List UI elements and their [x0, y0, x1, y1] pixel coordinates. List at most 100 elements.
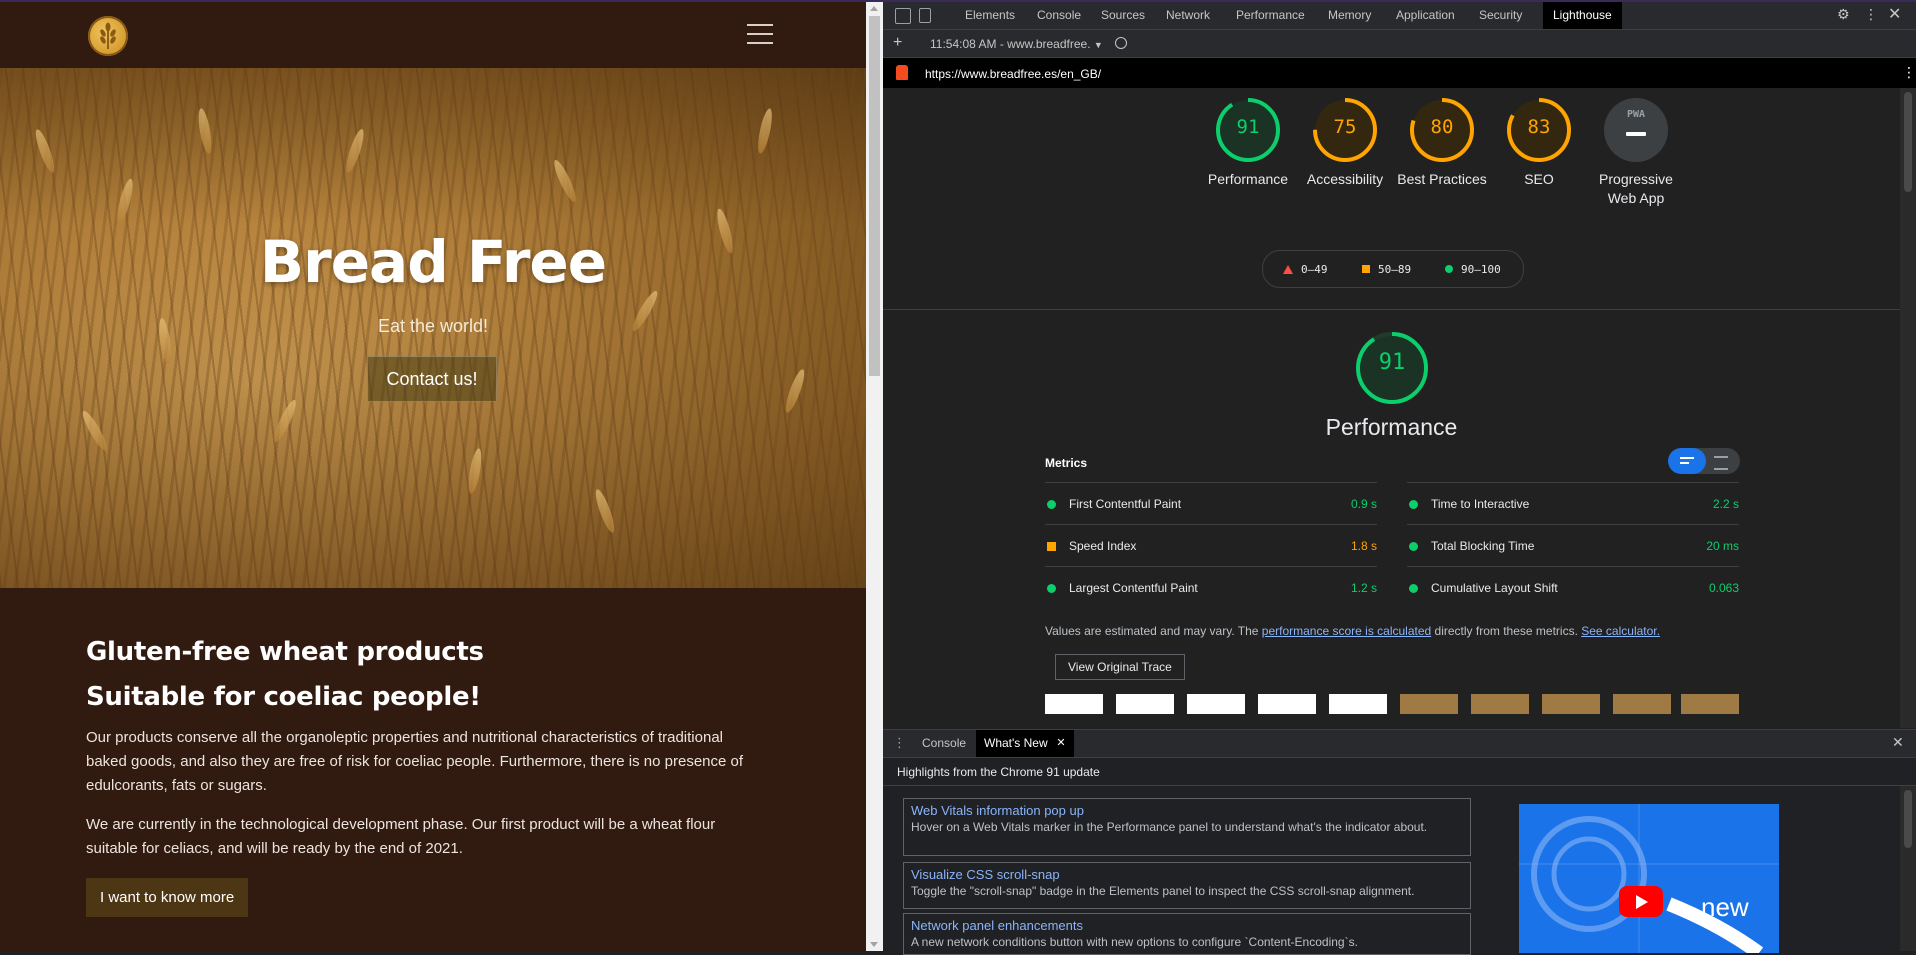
lighthouse-report: 91 Performance 75 Accessibility 80 Best Pract…: [883, 88, 1900, 728]
close-drawer-icon[interactable]: ✕: [1892, 734, 1904, 751]
whats-new-item[interactable]: Visualize CSS scroll-snap Toggle the "sc…: [903, 862, 1471, 909]
video-artwork: [1519, 804, 1779, 953]
score-gauge-seo[interactable]: 83 SEO: [1492, 96, 1586, 189]
view-original-trace-button[interactable]: View Original Trace: [1055, 654, 1185, 680]
tab-application[interactable]: Application: [1388, 2, 1463, 29]
devtools-panel: Elements Console Sources Network Perform…: [883, 2, 1916, 955]
score-gauge-progressive-web-app[interactable]: PWA Progressive Web App: [1589, 96, 1683, 208]
legend-circle-icon: [1445, 265, 1453, 273]
close-tab-icon[interactable]: ✕: [1056, 730, 1065, 757]
whats-new-item[interactable]: Web Vitals information pop up Hover on a…: [903, 798, 1471, 856]
pass-circle-icon: [1409, 542, 1418, 551]
drawer-tab-whats-new[interactable]: What's New ✕: [976, 730, 1074, 757]
tab-lighthouse[interactable]: Lighthouse: [1543, 2, 1622, 29]
average-square-icon: [1047, 542, 1056, 551]
youtube-play-icon[interactable]: [1619, 886, 1663, 917]
tab-sources[interactable]: Sources: [1093, 2, 1153, 29]
legend-pass: 90–100: [1445, 263, 1501, 276]
pwa-dash-icon: [1626, 132, 1646, 136]
device-toolbar-icon[interactable]: [919, 8, 931, 23]
pass-circle-icon: [1047, 584, 1056, 593]
report-menu-icon[interactable]: ⋮: [1902, 64, 1916, 81]
settings-gear-icon[interactable]: ⚙: [1837, 6, 1850, 23]
item-title[interactable]: Visualize CSS scroll-snap: [911, 867, 1060, 882]
drawer-scrollbar[interactable]: [1900, 786, 1916, 951]
score-value: 83: [1527, 116, 1551, 138]
tab-performance[interactable]: Performance: [1228, 2, 1313, 29]
score-label: SEO: [1524, 171, 1554, 187]
scroll-up-arrow-icon[interactable]: [870, 6, 878, 11]
pass-circle-icon: [1047, 500, 1056, 509]
close-devtools-icon[interactable]: ✕: [1888, 4, 1901, 24]
scroll-down-arrow-icon[interactable]: [870, 942, 878, 947]
tab-elements[interactable]: Elements: [957, 2, 1023, 29]
metric-name: Cumulative Layout Shift: [1431, 581, 1558, 595]
tab-security[interactable]: Security: [1471, 2, 1530, 29]
metrics-view-toggle[interactable]: [1668, 448, 1740, 474]
metric-row: Total Blocking Time 20 ms: [1407, 524, 1739, 567]
intro-paragraph: Our products conserve all the organolept…: [86, 729, 744, 794]
video-caption: new: [1701, 892, 1749, 922]
filmstrip-frame: [1116, 694, 1174, 714]
see-calculator-link[interactable]: See calculator.: [1581, 624, 1660, 638]
filmstrip-frame: [1045, 694, 1103, 714]
section-heading: Gluten-free wheat products: [86, 637, 484, 667]
dropdown-arrow-icon: ▼: [1093, 40, 1103, 50]
legend-average: 50–89: [1362, 263, 1411, 276]
drawer-menu-icon[interactable]: ⋮: [893, 735, 906, 751]
whats-new-item[interactable]: Network panel enhancements A new network…: [903, 913, 1471, 955]
more-options-icon[interactable]: ⋮: [1864, 6, 1878, 23]
scrollbar-thumb[interactable]: [1904, 790, 1912, 848]
metric-value: 0.9 s: [1350, 497, 1377, 511]
metric-value: 2.2 s: [1712, 497, 1739, 511]
legend-square-icon: [1362, 265, 1370, 273]
pass-circle-icon: [1409, 500, 1418, 509]
filmstrip-frame: [1613, 694, 1671, 714]
filmstrip-frame: [1471, 694, 1529, 714]
section-divider: [883, 309, 1900, 310]
inspect-element-icon[interactable]: [895, 8, 911, 24]
lighthouse-logo-icon: [896, 65, 908, 80]
score-gauge-best-practices[interactable]: 80 Best Practices: [1395, 96, 1489, 189]
score-value: 75: [1333, 116, 1357, 138]
score-label: Best Practices: [1397, 171, 1487, 187]
filmstrip-frame: [1681, 694, 1739, 714]
drawer-tab-console[interactable]: Console: [914, 730, 974, 757]
tab-memory[interactable]: Memory: [1320, 2, 1379, 29]
wheat-logo-icon[interactable]: [88, 16, 128, 56]
website-viewport: Bread Free Eat the world! Contact us! Gl…: [0, 2, 866, 951]
metric-row: Time to Interactive 2.2 s: [1407, 482, 1739, 525]
report-scrollbar[interactable]: [1900, 88, 1916, 728]
tab-network[interactable]: Network: [1158, 2, 1218, 29]
score-gauge-accessibility[interactable]: 75 Accessibility: [1298, 96, 1392, 189]
drawer-tab-label: What's New: [984, 736, 1048, 750]
filmstrip-frame: [1329, 694, 1387, 714]
new-report-plus-icon[interactable]: +: [893, 34, 902, 52]
know-more-button[interactable]: I want to know more: [86, 878, 249, 917]
contact-us-button[interactable]: Contact us!: [367, 356, 497, 402]
chrome-91-video-thumbnail[interactable]: new: [1519, 804, 1779, 953]
performance-section-title: Performance: [1325, 414, 1458, 440]
tab-console[interactable]: Console: [1029, 2, 1089, 29]
filmstrip-frame: [1258, 694, 1316, 714]
hero-section: Bread Free Eat the world! Contact us!: [0, 68, 866, 588]
performance-score-gauge: 91: [1354, 330, 1430, 406]
metric-row: Largest Contentful Paint 1.2 s: [1045, 566, 1377, 609]
score-calculated-link[interactable]: performance score is calculated: [1262, 624, 1431, 638]
note-text: directly from these metrics.: [1431, 624, 1582, 638]
scrollbar-thumb[interactable]: [1904, 92, 1912, 192]
clear-reports-icon[interactable]: [1115, 37, 1127, 49]
compact-view-icon[interactable]: [1668, 448, 1706, 474]
filmstrip-frame: [1400, 694, 1458, 714]
page-scrollbar[interactable]: [866, 2, 883, 951]
filmstrip: [1045, 694, 1739, 714]
report-selector[interactable]: 11:54:08 AM - www.breadfree. ▼: [930, 37, 1103, 51]
scrollbar-thumb[interactable]: [869, 16, 880, 376]
expanded-view-icon[interactable]: [1714, 456, 1728, 470]
item-title[interactable]: Network panel enhancements: [911, 918, 1083, 933]
item-title[interactable]: Web Vitals information pop up: [911, 803, 1084, 818]
hero-title: Bread Free: [259, 228, 607, 296]
hamburger-menu-icon[interactable]: [747, 24, 773, 44]
score-gauge-performance[interactable]: 91 Performance: [1201, 96, 1295, 189]
report-url[interactable]: https://www.breadfree.es/en_GB/: [925, 67, 1101, 81]
